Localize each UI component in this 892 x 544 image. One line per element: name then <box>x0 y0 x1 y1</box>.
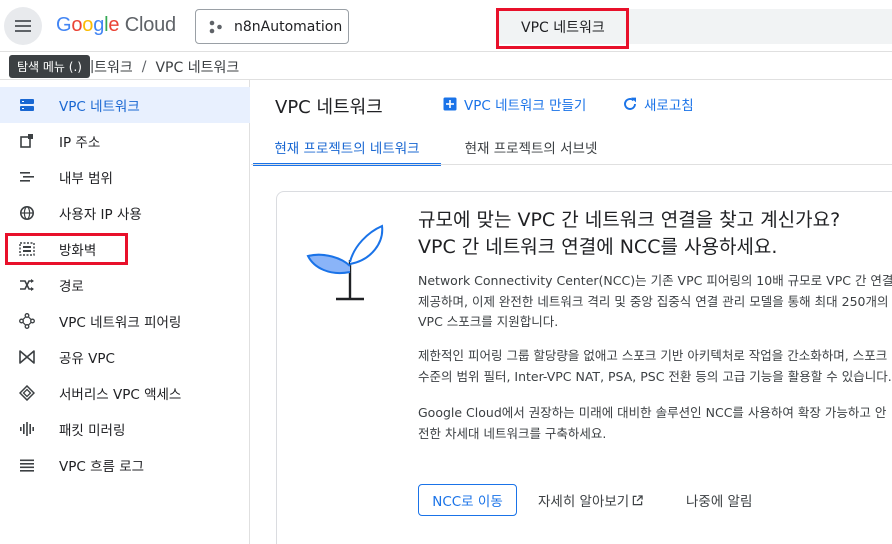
sidebar-item-packet-mirroring[interactable]: 패킷 미러링 <box>0 411 250 447</box>
sidebar-item-label: 경로 <box>59 279 84 295</box>
card-text-line: VPC 스포크를 지원합니다. <box>418 314 559 329</box>
go-to-ncc-button[interactable]: NCC로 이동 <box>418 484 517 516</box>
globe-icon <box>18 204 36 222</box>
remind-later-button[interactable]: 나중에 알림 <box>686 484 752 516</box>
routes-icon <box>18 276 36 294</box>
sidebar-item-flow-logs[interactable]: VPC 흐름 로그 <box>0 447 250 483</box>
sidebar-item-serverless-vpc[interactable]: 서버리스 VPC 액세스 <box>0 375 250 411</box>
sidebar-item-ip-address[interactable]: IP 주소 <box>0 123 250 159</box>
card-title-line1: 규모에 맞는 VPC 간 네트워크 연결을 찾고 계신가요? <box>418 209 841 231</box>
sidebar-item-user-ip[interactable]: 사용자 IP 사용 <box>0 195 250 231</box>
learn-more-label: 자세히 알아보기 <box>538 494 630 510</box>
card-paragraph-3: Google Cloud에서 권장하는 미래에 대비한 솔루션인 NCC를 사용… <box>418 403 892 444</box>
card-title: 규모에 맞는 VPC 간 네트워크 연결을 찾고 계신가요? VPC 간 네트워… <box>418 207 892 261</box>
external-link-icon <box>633 494 643 505</box>
card-text-line: Network Connectivity Center(NCC)는 기존 VPC… <box>418 273 892 288</box>
tab-current-project-subnets[interactable]: 현재 프로젝트의 서브넷 <box>451 129 611 165</box>
sidebar-item-shared-vpc[interactable]: 공유 VPC <box>0 339 250 375</box>
flow-logs-icon <box>18 456 36 474</box>
refresh-label: 새로고침 <box>644 98 694 114</box>
vpc-network-icon <box>18 96 36 114</box>
sidebar-item-peering[interactable]: VPC 네트워크 피어링 <box>0 303 250 339</box>
card-text-line: 수준의 범위 필터, Inter-VPC NAT, PSA, PSC 전환 등의… <box>418 368 892 384</box>
card-text-line: 제공하며, 이제 완전한 네트워크 격리 및 중앙 집중식 연결 관리 모델을 … <box>418 293 889 309</box>
refresh-button[interactable]: 새로고침 <box>622 94 694 114</box>
sidebar-item-label: IP 주소 <box>59 135 101 151</box>
shared-vpc-icon <box>18 348 36 366</box>
card-text-line: Google Cloud에서 권장하는 미래에 대비한 솔루션인 NCC를 사용… <box>418 405 887 420</box>
sidebar-item-label: VPC 네트워크 <box>59 99 140 115</box>
sidebar-item-label: 패킷 미러링 <box>59 423 126 439</box>
search-input[interactable]: VPC 네트워크 <box>497 9 892 44</box>
create-vpc-network-button[interactable]: VPC 네트워크 만들기 <box>442 94 586 114</box>
sidebar-item-routes[interactable]: 경로 <box>0 267 250 303</box>
card-text-line: 제한적인 피어링 그룹 할당량을 없애고 스포크 기반 아키텍처로 작업을 간소… <box>418 348 888 363</box>
refresh-icon <box>624 97 636 110</box>
card-text-line: 전한 차세대 네트워크를 구축하세요. <box>418 425 607 441</box>
sidebar-item-label: VPC 흐름 로그 <box>59 459 145 475</box>
top-bar: Google Cloud n8nAutomation VPC 네트워크 <box>0 0 892 52</box>
logo-cloud: Cloud <box>124 14 176 36</box>
project-icon <box>209 20 222 33</box>
page-title: VPC 네트워크 <box>275 97 383 118</box>
sidebar-item-label: 서버리스 VPC 액세스 <box>59 387 182 403</box>
card-paragraph-2: 제한적인 피어링 그룹 할당량을 없애고 스포크 기반 아키텍처로 작업을 간소… <box>418 346 892 387</box>
peering-icon <box>18 312 36 330</box>
packet-mirroring-icon <box>18 420 36 438</box>
menu-tooltip: 탐색 메뉴 (.) <box>9 55 90 78</box>
sidebar: VPC 네트워크 IP 주소 내부 범위 사용자 IP 사용 방화벽 경로 VP… <box>0 80 250 544</box>
breadcrumb-item-current: VPC 네트워크 <box>155 60 240 76</box>
sidebar-item-internal-range[interactable]: 내부 범위 <box>0 159 250 195</box>
firewall-icon <box>18 240 36 258</box>
card-paragraph-1: Network Connectivity Center(NCC)는 기존 VPC… <box>418 271 892 333</box>
ip-address-icon <box>18 132 36 150</box>
create-vpc-network-label: VPC 네트워크 만들기 <box>464 98 587 114</box>
sidebar-item-label: 방화벽 <box>59 243 97 259</box>
card-title-line2: VPC 간 네트워크 연결에 NCC를 사용하세요. <box>418 236 778 258</box>
main-menu-button[interactable] <box>4 7 42 45</box>
internal-range-icon <box>18 168 36 186</box>
project-picker-button[interactable]: n8nAutomation <box>195 9 349 44</box>
plant-icon <box>306 224 384 301</box>
sidebar-item-vpc-network[interactable]: VPC 네트워크 <box>0 87 250 123</box>
breadcrumb: VPC 네트워크 / VPC 네트워크 <box>49 56 240 78</box>
breadcrumb-separator: / <box>141 59 147 75</box>
learn-more-link[interactable]: 자세히 알아보기 <box>538 484 643 516</box>
logo-google: Google <box>56 14 120 36</box>
add-box-icon <box>443 97 457 111</box>
serverless-icon <box>18 384 36 402</box>
tab-current-project-networks[interactable]: 현재 프로젝트의 네트워크 <box>253 129 441 166</box>
sidebar-item-label: VPC 네트워크 피어링 <box>59 315 182 331</box>
sidebar-item-label: 내부 범위 <box>59 171 113 187</box>
hamburger-icon <box>15 20 31 32</box>
sidebar-item-firewall[interactable]: 방화벽 <box>0 231 250 267</box>
project-name: n8nAutomation <box>234 18 343 35</box>
google-cloud-logo[interactable]: Google Cloud <box>56 14 176 37</box>
tabs-divider <box>251 164 892 165</box>
sidebar-item-label: 공유 VPC <box>59 351 115 367</box>
sidebar-item-label: 사용자 IP 사용 <box>59 207 142 223</box>
